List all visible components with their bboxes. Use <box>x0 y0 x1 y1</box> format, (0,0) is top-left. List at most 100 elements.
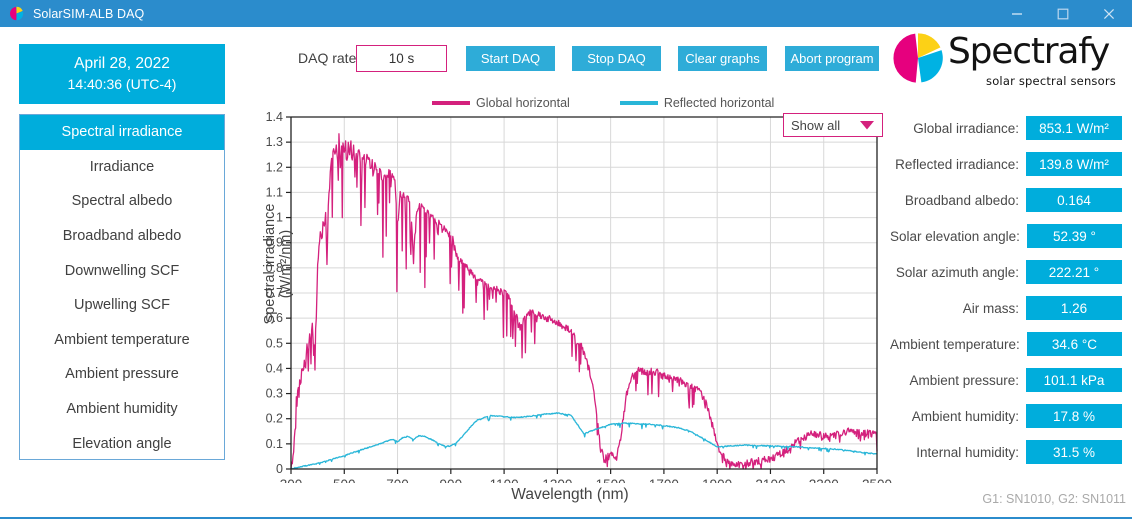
chevron-down-icon <box>859 118 875 133</box>
readout-value: 34.6 °C <box>1026 332 1122 356</box>
sidebar-item-label: Irradiance <box>89 158 155 175</box>
sidebar-item-label: Spectral irradiance <box>61 124 183 141</box>
chart-svg: 00.10.20.30.40.50.60.70.80.911.11.21.31.… <box>245 108 895 492</box>
sidebar-item-ambient-temperature[interactable]: Ambient temperature <box>20 323 224 358</box>
show-all-label: Show all <box>791 117 841 133</box>
x-tick-label: 1500 <box>596 477 626 483</box>
chart-y-axis-label: Spectral irradiance (W/m²/nm) <box>262 203 294 325</box>
x-tick-label: 300 <box>280 477 303 483</box>
x-tick-label: 1100 <box>490 477 519 483</box>
readout-value: 853.1 W/m² <box>1026 116 1122 140</box>
y-tick-label: 0 <box>276 462 283 476</box>
readout-value: 31.5 % <box>1026 440 1122 464</box>
maximize-button[interactable] <box>1040 0 1086 27</box>
readout-panel: Global irradiance: 853.1 W/m² Reflected ir… <box>890 110 1122 470</box>
readout-row: Ambient pressure: 101.1 kPa <box>890 362 1122 398</box>
x-tick-label: 900 <box>440 477 463 483</box>
y-tick-label: 0.4 <box>266 361 283 375</box>
readout-label: Ambient temperature: <box>890 336 1020 352</box>
readout-row: Air mass: 1.26 <box>890 290 1122 326</box>
readout-label: Solar azimuth angle: <box>895 264 1019 280</box>
sidebar-item-label: Ambient humidity <box>66 401 178 418</box>
x-tick-label: 2100 <box>755 477 785 483</box>
x-tick-label: 1700 <box>649 477 679 483</box>
sidebar-item-ambient-humidity[interactable]: Ambient humidity <box>20 392 224 427</box>
readout-label: Internal humidity: <box>916 444 1019 460</box>
readout-row: Solar azimuth angle: 222.21 ° <box>890 254 1122 290</box>
y-tick-label: 0.3 <box>266 387 283 401</box>
sidebar-item-broadband-albedo[interactable]: Broadband albedo <box>20 219 224 254</box>
sidebar-item-spectral-irradiance[interactable]: Spectral irradiance <box>20 115 224 150</box>
x-tick-label: 700 <box>386 477 409 483</box>
legend-swatch-global <box>432 101 470 105</box>
sidebar-menu: Spectral irradiance Irradiance Spectral al… <box>19 114 225 460</box>
brand-name: Spectrafy <box>948 31 1110 72</box>
sidebar-item-label: Elevation angle <box>72 435 172 452</box>
x-tick-label: 2300 <box>809 477 839 483</box>
window-title: SolarSIM-ALB DAQ <box>33 6 145 21</box>
show-all-dropdown[interactable]: Show all <box>783 113 883 137</box>
sidebar-item-label: Ambient pressure <box>65 366 179 383</box>
title-bar: SolarSIM-ALB DAQ <box>0 0 1132 27</box>
readout-row: Internal humidity: 31.5 % <box>890 434 1122 470</box>
sidebar-item-label: Broadband albedo <box>62 228 182 245</box>
readout-label: Ambient humidity: <box>911 408 1019 424</box>
sidebar-item-label: Upwelling SCF <box>74 297 170 314</box>
readout-label: Ambient pressure: <box>909 372 1019 388</box>
y-tick-label: 0.1 <box>266 437 283 451</box>
start-daq-button[interactable]: Start DAQ <box>466 46 555 71</box>
sidebar-item-upwelling-scf[interactable]: Upwelling SCF <box>20 288 224 323</box>
sidebar-item-spectral-albedo[interactable]: Spectral albedo <box>20 184 224 219</box>
readout-label: Global irradiance: <box>913 120 1019 136</box>
readout-row: Reflected irradiance: 139.8 W/m² <box>890 146 1122 182</box>
x-tick-label: 500 <box>333 477 356 483</box>
app-logo-icon <box>9 6 24 21</box>
chart-x-axis-label: Wavelength (nm) <box>511 486 629 503</box>
readout-value: 0.164 <box>1026 188 1122 212</box>
y-tick-label: 1.3 <box>266 135 283 149</box>
app-window: SolarSIM-ALB DAQ April 28, 2022 14:40:36… <box>0 0 1132 519</box>
readout-value: 139.8 W/m² <box>1026 152 1122 176</box>
brand-logo: Spectrafy solar spectral sensors <box>890 28 1128 88</box>
readout-row: Solar elevation angle: 52.39 ° <box>890 218 1122 254</box>
readout-value: 101.1 kPa <box>1026 368 1122 392</box>
abort-program-button[interactable]: Abort program <box>785 46 879 71</box>
readout-label: Solar elevation angle: <box>890 228 1020 244</box>
x-tick-label: 2500 <box>862 477 892 483</box>
readout-label: Reflected irradiance: <box>895 156 1019 172</box>
sidebar-item-label: Ambient temperature <box>54 331 190 348</box>
readout-label: Air mass: <box>962 300 1019 316</box>
readout-label: Broadband albedo: <box>904 192 1019 208</box>
current-time: 14:40:36 (UTC-4) <box>67 76 177 92</box>
sidebar-item-elevation-angle[interactable]: Elevation angle <box>20 426 224 461</box>
readout-row: Global irradiance: 853.1 W/m² <box>890 110 1122 146</box>
y-tick-label: 0.2 <box>266 412 283 426</box>
sidebar-item-label: Downwelling SCF <box>64 262 180 279</box>
y-tick-label: 1.4 <box>266 110 283 124</box>
readout-value: 1.26 <box>1026 296 1122 320</box>
sidebar-item-downwelling-scf[interactable]: Downwelling SCF <box>20 253 224 288</box>
sidebar-item-label: Spectral albedo <box>71 193 173 210</box>
readout-row: Broadband albedo: 0.164 <box>890 182 1122 218</box>
spectrafy-mark-icon <box>890 30 946 86</box>
clear-graphs-button[interactable]: Clear graphs <box>678 46 767 71</box>
close-button[interactable] <box>1086 0 1132 27</box>
datetime-display: April 28, 2022 14:40:36 (UTC-4) <box>19 44 225 104</box>
readout-row: Ambient humidity: 17.8 % <box>890 398 1122 434</box>
x-tick-label: 1900 <box>702 477 732 483</box>
x-tick-label: 1300 <box>542 477 572 483</box>
sidebar-item-ambient-pressure[interactable]: Ambient pressure <box>20 357 224 392</box>
minimize-button[interactable] <box>994 0 1040 27</box>
readout-row: Ambient temperature: 34.6 °C <box>890 326 1122 362</box>
spectral-irradiance-chart: 0 0.1 0.2 0.3 0.4 0.5 0.6 0.7 0.8 0.9 1 1.1 1.2 1.3 1.… <box>245 108 895 508</box>
brand-tagline: solar spectral sensors <box>986 74 1116 88</box>
current-date: April 28, 2022 <box>74 55 170 72</box>
readout-value: 52.39 ° <box>1026 224 1122 248</box>
readout-value: 17.8 % <box>1026 404 1122 428</box>
readout-value: 222.21 ° <box>1026 260 1122 284</box>
serial-numbers-note: G1: SN1010, G2: SN1011 <box>982 492 1126 506</box>
daq-rate-input[interactable]: 10 s <box>356 45 447 72</box>
sidebar-item-irradiance[interactable]: Irradiance <box>20 150 224 185</box>
daq-rate-label: DAQ rate: <box>298 50 361 66</box>
stop-daq-button[interactable]: Stop DAQ <box>572 46 661 71</box>
